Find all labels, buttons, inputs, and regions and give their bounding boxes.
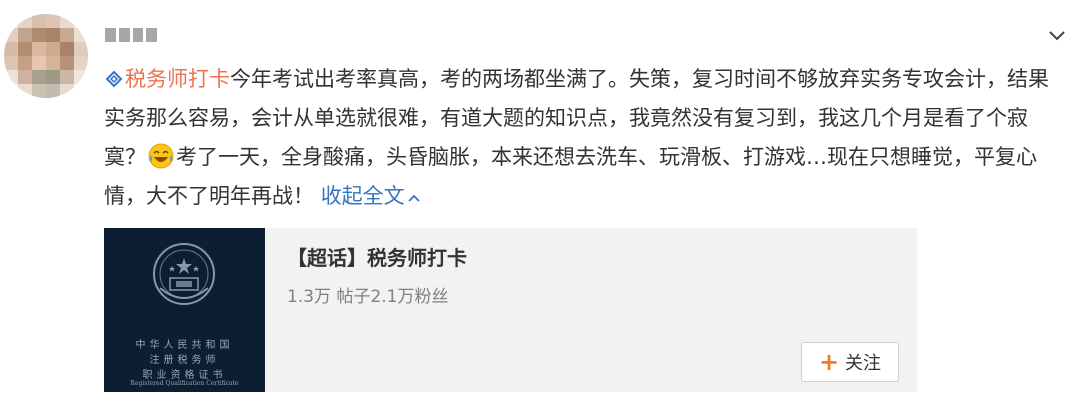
follow-button[interactable]: + 关注 — [801, 342, 899, 382]
post-text: 税务师打卡今年考试出考率真高，考的两场都坐满了。失策，复习时间不够放弃实务专攻会… — [104, 60, 1064, 216]
post-text-part2: 考了一天，全身酸痛，头昏脑胀，本来还想去洗车、玩滑板、打游戏…现在只想睡觉，平复… — [104, 145, 1037, 208]
supertopic-card[interactable]: 中华人民共和国 注册税务师 职业资格证书 Registered Qualific… — [104, 228, 917, 392]
topic-label[interactable]: 税务师打卡 — [125, 67, 230, 91]
certificate-line-1: 中华人民共和国 — [135, 340, 234, 351]
topic-link[interactable]: 税务师打卡 — [104, 67, 230, 91]
plus-icon: + — [818, 348, 840, 376]
certificate-image: 中华人民共和国 注册税务师 职业资格证书 Registered Qualific… — [104, 228, 265, 392]
collapse-full-text-link[interactable]: 收起全文 — [321, 184, 421, 208]
chevron-down-icon[interactable] — [1046, 24, 1068, 46]
certificate-line-2: 注册税务师 — [149, 355, 220, 366]
follow-label[interactable]: 关注 — [845, 349, 881, 375]
card-stats: 1.3万 帖子2.1万粉丝 — [287, 287, 449, 307]
certificate-line-3: 职业资格证书 — [142, 370, 227, 381]
username[interactable] — [105, 28, 157, 42]
certificate-line-4: Registered Qualification Certificate — [130, 380, 239, 387]
card-title[interactable]: 【超话】税务师打卡 — [287, 242, 467, 271]
chevron-up-icon — [408, 194, 420, 202]
collapse-label[interactable]: 收起全文 — [321, 184, 405, 208]
avatar[interactable] — [4, 14, 88, 98]
topic-diamond-icon — [105, 70, 123, 88]
laugh-cry-emoji-icon — [148, 143, 174, 169]
